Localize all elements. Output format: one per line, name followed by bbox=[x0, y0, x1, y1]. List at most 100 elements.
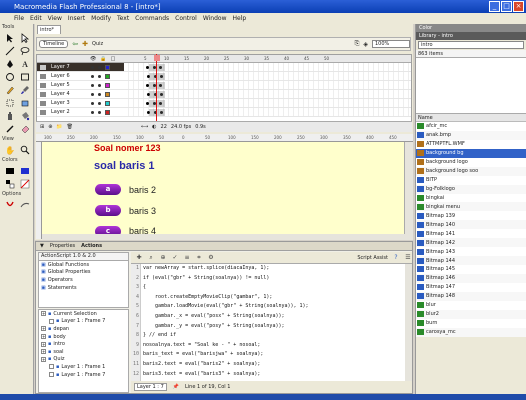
library-item[interactable]: Bitmap 141 bbox=[416, 229, 526, 239]
snap-to-objects-icon[interactable] bbox=[3, 199, 17, 211]
minimize-button[interactable]: _ bbox=[489, 1, 500, 12]
help-icon[interactable]: ? bbox=[392, 254, 400, 262]
layer-name[interactable]: Layer 3 bbox=[37, 99, 87, 107]
layer-row[interactable]: Layer 5 bbox=[37, 81, 411, 90]
no-color-icon[interactable] bbox=[18, 178, 32, 190]
tree-expand-icon[interactable]: + bbox=[41, 326, 46, 332]
free-transform-tool-icon[interactable] bbox=[3, 97, 17, 109]
library-item[interactable]: bingkai bbox=[416, 193, 526, 203]
layer-name[interactable]: Layer 5 bbox=[37, 81, 87, 89]
lock-dot-icon[interactable] bbox=[98, 65, 101, 69]
insert-layer-icon[interactable]: ⊞ bbox=[40, 124, 44, 130]
menu-help[interactable]: Help bbox=[233, 15, 247, 22]
outline-square-icon[interactable] bbox=[105, 100, 110, 106]
hand-tool-icon[interactable]: ✋ bbox=[3, 144, 17, 156]
stage-horizontal-scrollbar[interactable] bbox=[42, 234, 413, 240]
stroke-color-swatch[interactable] bbox=[3, 165, 17, 177]
library-item[interactable]: Bitmap 142 bbox=[416, 238, 526, 248]
layer-row[interactable]: Layer 3 bbox=[37, 99, 411, 108]
script-assist-button[interactable]: Script Assist bbox=[357, 255, 388, 261]
visibility-dot-icon[interactable] bbox=[91, 101, 94, 105]
menu-view[interactable]: View bbox=[48, 15, 62, 22]
option-b[interactable]: b baris 3 bbox=[95, 205, 156, 216]
visibility-dot-icon[interactable] bbox=[91, 74, 94, 78]
navigator-item[interactable]: ▪ Layer 1 : Frame 7 bbox=[39, 371, 128, 379]
tree-expand-icon[interactable]: + bbox=[41, 311, 46, 317]
insert-guide-icon[interactable]: ⊕ bbox=[48, 124, 52, 130]
menu-control[interactable]: Control bbox=[175, 15, 197, 22]
outline-square-icon[interactable] bbox=[105, 73, 110, 79]
delete-layer-icon[interactable]: 🗑 bbox=[67, 124, 73, 130]
frame-span[interactable] bbox=[149, 73, 165, 80]
navigator-item[interactable]: ▪ Layer 1 : Frame 1 bbox=[39, 363, 128, 371]
frame-span[interactable] bbox=[149, 100, 165, 107]
library-name-column[interactable]: Name bbox=[416, 114, 526, 122]
library-item[interactable]: background logo bbox=[416, 157, 526, 167]
code-line[interactable]: baris3.text = eval("baris3" + soalnya); bbox=[131, 370, 405, 380]
navigator-item[interactable]: + ▪ Quiz bbox=[39, 356, 128, 364]
lock-dot-icon[interactable] bbox=[98, 101, 101, 105]
code-line[interactable]: nosoalnya.text = "Soal ke - " + nosoal; bbox=[131, 341, 405, 351]
code-line[interactable]: baris2.text = eval("baris2" + soalnya); bbox=[131, 360, 405, 370]
edit-path-quiz[interactable]: Quiz bbox=[92, 41, 103, 47]
tree-expand-icon[interactable]: + bbox=[41, 356, 46, 362]
navigator-item[interactable]: + ▪ Current Selection bbox=[39, 310, 128, 318]
playhead[interactable] bbox=[156, 54, 157, 122]
swap-colors-icon[interactable] bbox=[3, 178, 17, 190]
check-syntax-icon[interactable]: ✓ bbox=[171, 254, 179, 262]
code-line[interactable]: var newArray = start.splice(diacaInya, 1… bbox=[131, 264, 405, 274]
edit-scene-icon[interactable]: ⎘ bbox=[355, 40, 360, 48]
tab-actions[interactable]: Actions bbox=[81, 243, 102, 249]
find-icon[interactable]: ⌕ bbox=[147, 254, 155, 262]
layer-name[interactable]: Layer 7 bbox=[37, 63, 87, 71]
layer-frames[interactable] bbox=[124, 63, 411, 71]
library-item[interactable]: Bitmap 144 bbox=[416, 256, 526, 265]
panel-options-icon[interactable]: ☰ bbox=[404, 254, 412, 262]
auto-format-icon[interactable]: ≡ bbox=[183, 254, 191, 262]
lock-dot-icon[interactable] bbox=[98, 83, 101, 87]
layer-name[interactable]: Layer 6 bbox=[37, 72, 87, 80]
timeline-toggle-button[interactable]: Timeline bbox=[39, 40, 69, 48]
zoom-tool-icon[interactable] bbox=[18, 144, 32, 156]
navigator-item[interactable]: + ▪ depan bbox=[39, 325, 128, 333]
menu-commands[interactable]: Commands bbox=[135, 15, 169, 22]
layer-row[interactable]: Layer 6 bbox=[37, 72, 411, 81]
layer-frames[interactable] bbox=[124, 99, 411, 107]
library-item[interactable]: bg-Folklogo bbox=[416, 184, 526, 194]
library-item[interactable]: ATTMPTFL.WMF bbox=[416, 139, 526, 149]
back-arrow-icon[interactable]: ⇦ bbox=[72, 40, 78, 48]
library-item[interactable]: Bitmap 145 bbox=[416, 265, 526, 274]
code-line[interactable]: gambar.loadMovie(eval("gbr" + String(soa… bbox=[131, 302, 405, 312]
visibility-dot-icon[interactable] bbox=[91, 83, 94, 87]
library-item[interactable]: background bg bbox=[416, 148, 526, 158]
library-item[interactable]: background logo soo bbox=[416, 166, 526, 176]
layer-frames[interactable] bbox=[124, 108, 411, 116]
color-panel-title[interactable]: Color bbox=[416, 24, 526, 32]
layer-name[interactable]: Layer 2 bbox=[37, 108, 87, 116]
option-a[interactable]: a baris 2 bbox=[95, 184, 156, 195]
debug-options-icon[interactable]: ⚙ bbox=[207, 254, 215, 262]
library-item[interactable]: afcir_mc bbox=[416, 122, 526, 131]
show-hide-all-icon[interactable]: 👁 bbox=[90, 56, 96, 62]
layer-row[interactable]: Layer 2 bbox=[37, 108, 411, 117]
option-b-button[interactable]: b bbox=[95, 205, 121, 216]
code-line[interactable]: gambar._x = eval("posx" + String(soalnya… bbox=[131, 312, 405, 322]
tree-expand-icon[interactable] bbox=[49, 364, 54, 370]
script-editor[interactable]: 1 2 3 4 5 6 7 8 9 10 11 12 var newArray = start.spl… bbox=[131, 264, 405, 381]
outline-square-icon[interactable] bbox=[105, 91, 110, 97]
library-item[interactable]: carosya_mc bbox=[416, 327, 526, 337]
tree-expand-icon[interactable]: + bbox=[41, 341, 46, 347]
tab-properties[interactable]: Properties bbox=[50, 243, 75, 249]
library-document-select[interactable]: intro bbox=[418, 41, 524, 49]
outline-square-icon[interactable] bbox=[105, 82, 110, 88]
category-global-properties[interactable]: ▣ Global Properties bbox=[39, 269, 128, 277]
lock-dot-icon[interactable] bbox=[98, 92, 101, 96]
library-item[interactable]: BITP bbox=[416, 175, 526, 185]
edit-symbol-icon[interactable]: ◈ bbox=[363, 41, 368, 48]
menu-file[interactable]: File bbox=[14, 15, 24, 22]
frame-span[interactable] bbox=[149, 82, 165, 89]
library-item[interactable]: Bitmap 146 bbox=[416, 273, 526, 283]
layer-frames[interactable] bbox=[124, 81, 411, 89]
frame-span[interactable] bbox=[149, 64, 165, 71]
eraser-tool-icon[interactable] bbox=[18, 123, 32, 135]
